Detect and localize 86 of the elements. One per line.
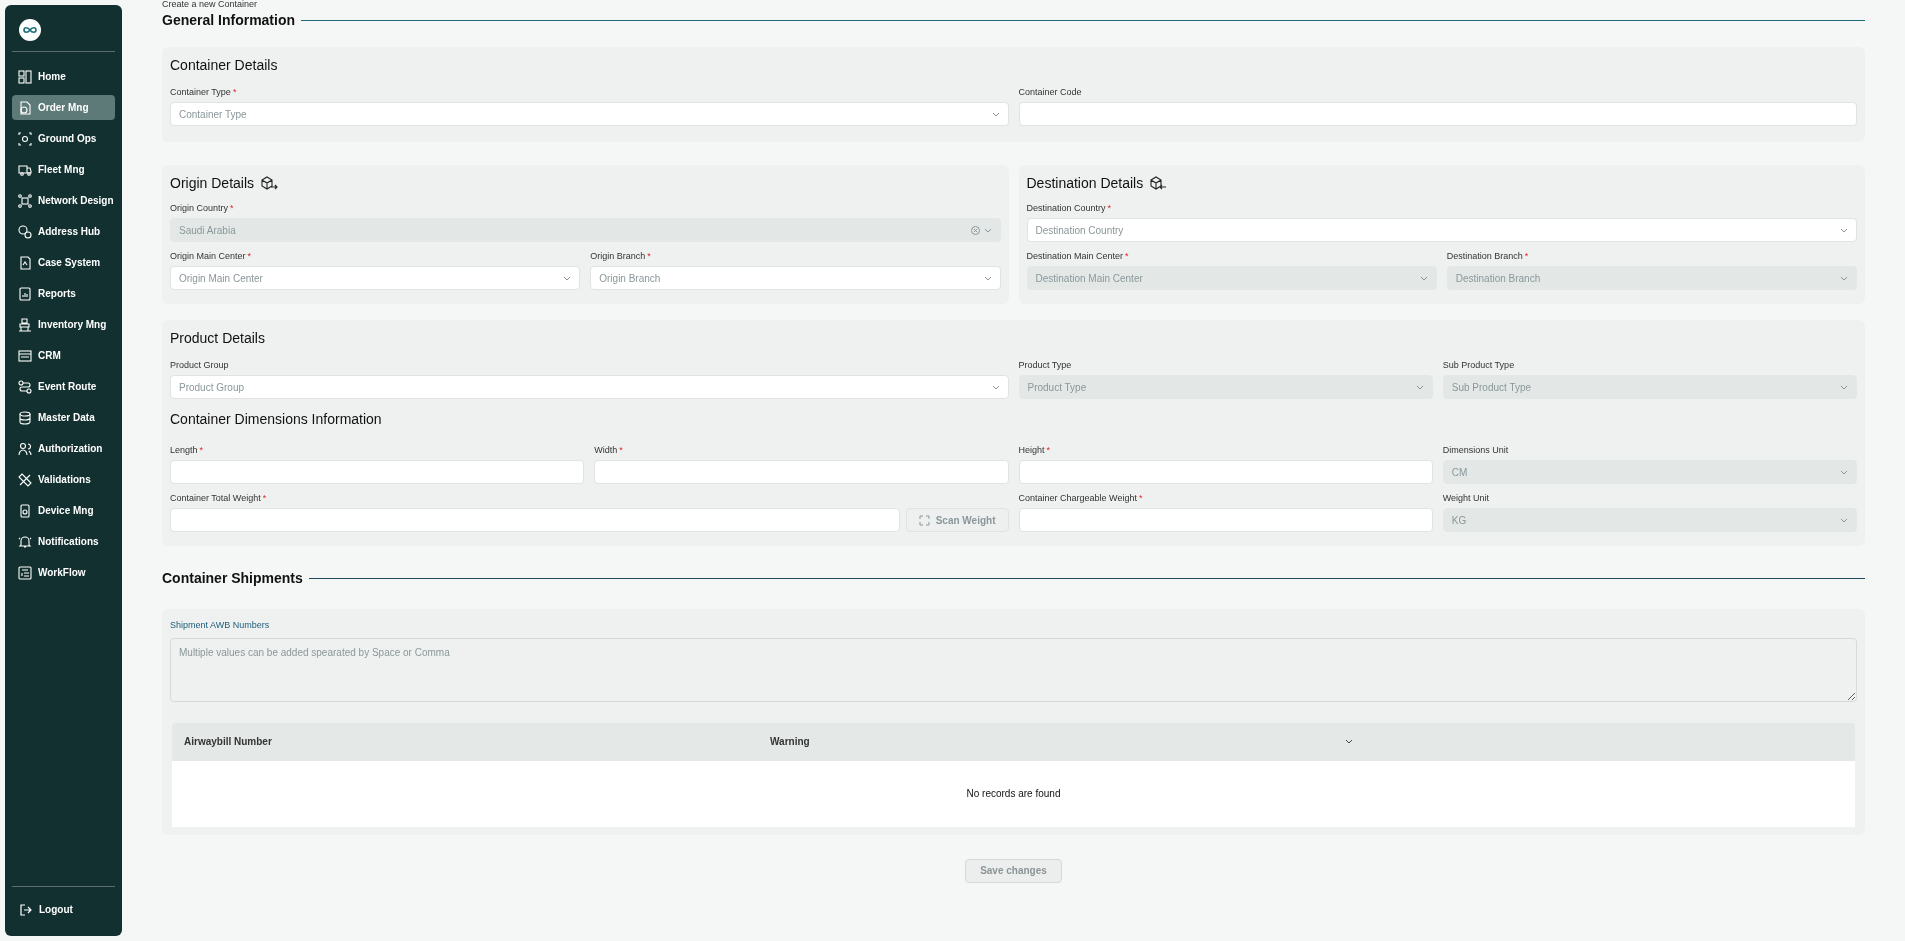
users-icon [18, 441, 32, 456]
card-title: Product Details [170, 329, 266, 348]
sidebar-item[interactable]: Reports [12, 281, 115, 306]
box-arrow-icon [1149, 176, 1168, 191]
input-field[interactable] [1018, 102, 1857, 126]
field-label: Sub Product Type [1442, 359, 1516, 372]
sidebar-item[interactable]: Inventory Mng [12, 312, 115, 337]
sidebar-item[interactable]: CRM [12, 343, 115, 368]
column-header: Warning [770, 735, 811, 749]
field-label: Shipment AWB Numbers [170, 619, 271, 632]
database-icon [18, 410, 32, 425]
logout-link[interactable]: Logout [12, 897, 115, 922]
field-label: Origin Main Center * [170, 250, 253, 263]
logo-icon[interactable] [19, 19, 41, 41]
sidebar-item[interactable]: Master Data [12, 405, 115, 430]
empty-message: No records are found [966, 787, 1061, 801]
window-icon [18, 348, 32, 363]
field-label: Dimensions Unit [1442, 444, 1510, 457]
card-title: Container Dimensions Information [170, 410, 383, 429]
chevron-down-icon [563, 275, 572, 281]
field-label: Container Type * [170, 86, 238, 99]
field-label: Origin Branch * [590, 250, 652, 263]
list-icon [18, 565, 32, 580]
sidebar-item[interactable]: Fleet Mng [12, 157, 115, 182]
card-title: Origin Details [170, 174, 255, 193]
chevron-down-icon [991, 384, 1000, 390]
scan-icon [918, 514, 930, 526]
field-label: Container Code [1018, 86, 1083, 99]
chevron-down-icon [1840, 469, 1848, 475]
box-arrow-icon [260, 176, 279, 191]
sidebar-item[interactable]: Order Mng [12, 95, 115, 120]
awb-numbers-field[interactable]: Multiple values can be added spearated by Space or Comma [170, 637, 1857, 702]
field-label: Weight Unit [1442, 492, 1491, 505]
field-label: Height * [1018, 444, 1052, 457]
chevron-down-icon [1840, 517, 1848, 523]
sidebar-item[interactable]: Validations [12, 467, 115, 492]
device-icon [18, 503, 32, 518]
card-title: Container Details [170, 56, 279, 75]
field-label: Container Chargeable Weight * [1018, 492, 1144, 505]
sidebar-item[interactable]: Case System [12, 250, 115, 275]
chevron-down-icon [1415, 384, 1424, 390]
network-icon [18, 193, 32, 208]
sidebar-item[interactable]: Address Hub [12, 219, 115, 244]
truck-icon [18, 162, 32, 177]
card-title: Destination Details [1026, 174, 1144, 193]
field-label: Destination Country * [1026, 202, 1113, 215]
sidebar-item[interactable]: Home [12, 64, 115, 89]
chevron-down-icon [1419, 275, 1428, 281]
input-field[interactable] [170, 460, 585, 484]
field-label: Product Group [170, 359, 230, 372]
sidebar-item[interactable]: Event Route [12, 374, 115, 399]
chevron-down-icon [1840, 275, 1848, 281]
sidebar-item[interactable]: Ground Ops [12, 126, 115, 151]
bell-icon [18, 534, 32, 549]
input-field[interactable] [170, 508, 900, 532]
document-icon [18, 100, 32, 115]
sidebar-item[interactable]: Device Mng [12, 498, 115, 523]
chevron-down-icon [983, 227, 992, 233]
file-icon [18, 255, 32, 270]
chevron-down-icon [991, 111, 1000, 117]
logout-icon [20, 903, 32, 916]
page-title: Create a new Container [162, 0, 259, 9]
sidebar-item[interactable]: Network Design [12, 188, 115, 213]
field-label: Destination Main Center * [1026, 250, 1130, 263]
sidebar-item[interactable]: Notifications [12, 529, 115, 554]
caret-icon[interactable] [1345, 738, 1353, 745]
route-icon [18, 379, 32, 394]
input-field[interactable] [594, 460, 1009, 484]
chart-icon [18, 286, 32, 301]
grid-icon [18, 69, 32, 84]
field-label: Destination Branch * [1446, 250, 1530, 263]
input-field[interactable] [1018, 508, 1433, 532]
chevron-down-icon [1840, 227, 1848, 233]
field-label: Origin Country * [170, 202, 235, 215]
chevron-down-icon [983, 275, 992, 281]
section-title: General Information [162, 11, 296, 30]
input-field[interactable] [1018, 460, 1433, 484]
field-label: Container Total Weight * [170, 492, 268, 505]
sidebar-item[interactable]: Authorization [12, 436, 115, 461]
field-label: Width * [594, 444, 624, 457]
field-label: Product Type [1018, 359, 1073, 372]
section-title: Container Shipments [162, 569, 303, 588]
chevron-down-icon [1840, 384, 1848, 390]
sidebar-item[interactable]: WorkFlow [12, 560, 115, 585]
field-label: Length * [170, 444, 205, 457]
column-header: Airwaybill Number [184, 735, 273, 749]
